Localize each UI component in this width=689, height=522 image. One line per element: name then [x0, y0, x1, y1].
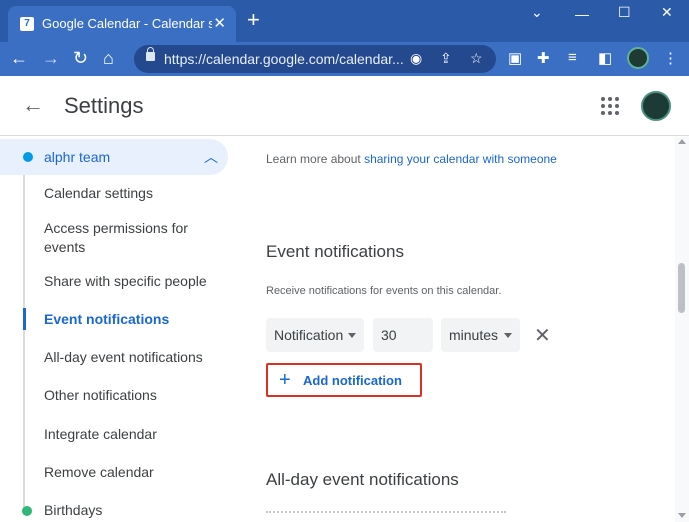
reading-list-icon[interactable]: ≡: [568, 49, 577, 66]
maximize-icon[interactable]: ☐: [618, 4, 631, 21]
browser-toolbar: ← → ↻ ⌂ https://calendar.google.com/cale…: [0, 42, 689, 76]
browser-tab-strip: 7 Google Calendar - Calendar settings ✕ …: [0, 0, 689, 42]
remove-notification-icon[interactable]: ✕: [534, 323, 551, 348]
dropdown-arrow-icon: [504, 333, 512, 338]
notification-unit-select[interactable]: minutes: [441, 318, 520, 352]
sidebar-item-allday-notifications[interactable]: All-day event notifications: [44, 348, 224, 367]
event-notifications-title: Event notifications: [266, 242, 404, 261]
sidebar-item-share-people[interactable]: Share with specific people: [44, 272, 224, 291]
sidepanel-icon[interactable]: ◧: [598, 49, 612, 67]
birthdays-color-dot: [22, 506, 32, 516]
settings-header: ← Settings: [0, 76, 689, 136]
calendar-color-dot: [23, 152, 33, 162]
chevron-down-icon[interactable]: ⌄: [531, 4, 543, 21]
puzzle-icon[interactable]: ✚: [537, 49, 550, 67]
back-arrow-icon[interactable]: ←: [22, 92, 44, 118]
allday-notifications-title: All-day event notifications: [266, 470, 459, 489]
star-icon[interactable]: ☆: [470, 50, 483, 67]
address-bar[interactable]: https://calendar.google.com/calendar... …: [134, 45, 496, 73]
sidebar-item-remove-calendar[interactable]: Remove calendar: [44, 463, 224, 482]
dropdown-arrow-icon: [348, 333, 356, 338]
notification-amount-value: 30: [381, 327, 397, 343]
sidebar-item-calendar-settings[interactable]: Calendar settings: [44, 184, 224, 203]
account-avatar[interactable]: [641, 91, 671, 121]
reload-icon[interactable]: ↻: [73, 48, 88, 68]
calendar-favicon-icon: 7: [20, 17, 34, 31]
sidebar-item-integrate-calendar[interactable]: Integrate calendar: [44, 425, 224, 444]
add-notification-button[interactable]: + Add notification: [266, 363, 422, 397]
notification-type-select[interactable]: Notification: [266, 318, 364, 352]
eye-icon[interactable]: ◉: [410, 50, 422, 67]
extensions-icon[interactable]: ▣: [508, 49, 522, 67]
settings-sidebar: alphr team ︿ Calendar settings Access pe…: [0, 137, 245, 522]
plus-icon: +: [279, 369, 291, 391]
minimize-icon[interactable]: —: [575, 6, 589, 22]
sidebar-item-access-permissions[interactable]: Access permissions for events: [44, 219, 224, 257]
calendar-name: alphr team: [44, 149, 111, 165]
home-icon[interactable]: ⌂: [103, 48, 114, 68]
settings-content: Learn more about sharing your calendar w…: [245, 137, 675, 522]
sidebar-item-other-notifications[interactable]: Other notifications: [44, 386, 224, 405]
page-title: Settings: [64, 93, 144, 118]
forward-icon[interactable]: →: [42, 48, 60, 68]
lock-icon[interactable]: [146, 47, 155, 61]
scroll-down-icon[interactable]: [678, 513, 686, 518]
cut-off-text: [266, 511, 506, 515]
notification-amount-input[interactable]: 30: [373, 318, 433, 352]
close-window-icon[interactable]: ✕: [661, 4, 673, 21]
browser-tab[interactable]: 7 Google Calendar - Calendar settings ✕: [8, 6, 236, 42]
sidebar-item-birthdays[interactable]: Birthdays: [44, 502, 102, 518]
menu-icon[interactable]: ⋮: [663, 49, 678, 67]
apps-grid-icon[interactable]: [601, 97, 619, 115]
back-icon[interactable]: ←: [10, 48, 28, 68]
tab-title: Google Calendar - Calendar settings: [42, 16, 212, 31]
page-scrollbar[interactable]: [675, 137, 689, 522]
add-notification-label: Add notification: [303, 373, 402, 388]
nav-divider: [23, 175, 25, 515]
close-tab-icon[interactable]: ✕: [213, 14, 226, 32]
url-text: https://calendar.google.com/calendar...: [164, 51, 404, 67]
sidebar-item-event-notifications[interactable]: Event notifications: [44, 310, 224, 329]
chevron-up-icon[interactable]: ︿: [204, 147, 218, 167]
learn-more-prefix: Learn more about: [266, 152, 365, 166]
scroll-up-icon[interactable]: [678, 139, 686, 144]
event-notifications-description: Receive notifications for events on this…: [266, 285, 502, 297]
calendar-section-header[interactable]: alphr team ︿: [0, 139, 228, 175]
active-indicator: [23, 308, 26, 330]
notification-type-value: Notification: [274, 327, 344, 343]
learn-more-text: Learn more about sharing your calendar w…: [266, 152, 557, 166]
notification-unit-value: minutes: [449, 327, 499, 343]
scroll-thumb[interactable]: [678, 263, 685, 313]
new-tab-button[interactable]: +: [247, 9, 260, 31]
sharing-link[interactable]: sharing your calendar with someone: [364, 152, 557, 166]
profile-avatar[interactable]: [627, 47, 649, 69]
share-icon[interactable]: ⇪: [440, 50, 452, 67]
